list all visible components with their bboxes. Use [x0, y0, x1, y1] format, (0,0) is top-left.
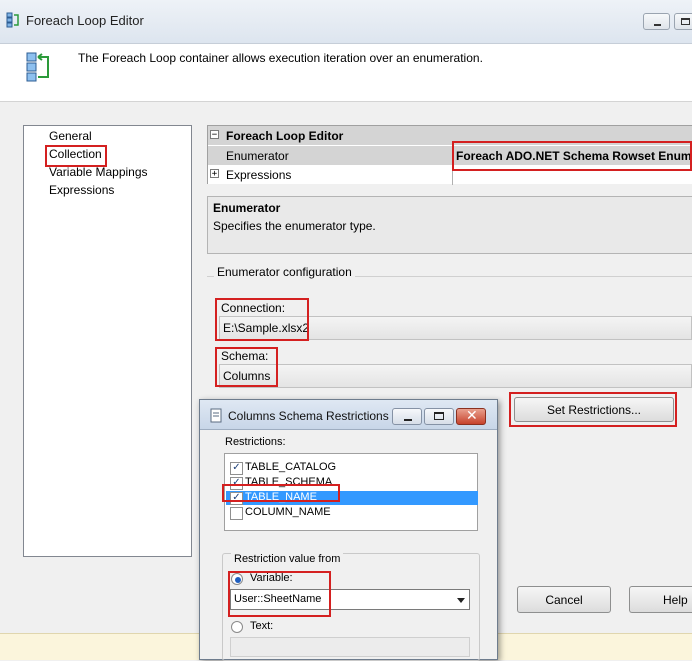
grid-row-name: Enumerator: [226, 149, 289, 163]
grid-row-name: Expressions: [226, 168, 292, 182]
window-title: Foreach Loop Editor: [26, 13, 144, 28]
highlight-connection: [215, 298, 309, 341]
schema-field[interactable]: Columns: [219, 364, 692, 388]
cancel-button[interactable]: Cancel: [517, 586, 611, 613]
minimize-button[interactable]: [643, 13, 670, 30]
text-radio[interactable]: [231, 621, 243, 633]
highlight-collection: [45, 145, 107, 167]
highlight-variable: [228, 571, 331, 617]
list-item[interactable]: COLUMN_NAME: [225, 506, 477, 520]
close-icon: ✕: [466, 408, 478, 424]
restriction-value-label: Restriction value from: [231, 553, 344, 565]
text-label: Text:: [250, 620, 274, 632]
nav-item-general[interactable]: General: [49, 129, 92, 143]
nav-panel: General Collection Variable Mappings Exp…: [23, 125, 192, 557]
help-button[interactable]: Help: [629, 586, 692, 613]
foreach-loop-icon: [6, 12, 19, 28]
collapse-icon[interactable]: −: [210, 130, 219, 140]
description-pane: Enumerator Specifies the enumerator type…: [207, 196, 692, 254]
maximize-button[interactable]: [674, 13, 692, 30]
list-item-label: COLUMN_NAME: [245, 506, 331, 518]
maximize-icon: [434, 412, 444, 420]
nav-item-expressions[interactable]: Expressions: [49, 183, 114, 197]
highlight-set-restrictions: [509, 392, 677, 427]
nav-item-variable-mappings[interactable]: Variable Mappings: [49, 165, 148, 179]
header-description: The Foreach Loop container allows execut…: [78, 51, 483, 65]
text-input[interactable]: [230, 637, 470, 657]
expand-icon[interactable]: +: [210, 169, 219, 179]
description-title: Enumerator: [213, 201, 281, 215]
grid-category-label: Foreach Loop Editor: [226, 129, 344, 143]
dialog-close-button[interactable]: ✕: [456, 408, 486, 425]
dialog-maximize-button[interactable]: [424, 408, 454, 425]
dialog-app-icon: [210, 408, 222, 423]
checkbox[interactable]: ✓: [230, 462, 243, 475]
minimize-icon: [654, 24, 661, 26]
checkbox[interactable]: [230, 507, 243, 520]
restrictions-label: Restrictions:: [225, 436, 286, 448]
highlight-schema: [215, 347, 278, 387]
foreach-loop-large-icon: [26, 52, 49, 82]
highlight-table-name: [222, 484, 340, 502]
window-titlebar: Foreach Loop Editor: [0, 0, 692, 44]
minimize-icon: [404, 419, 412, 421]
dialog-minimize-button[interactable]: [392, 408, 422, 425]
chevron-down-icon: [457, 598, 465, 603]
header-band: The Foreach Loop container allows execut…: [0, 44, 692, 102]
highlight-enumerator-value: [452, 141, 692, 171]
description-text: Specifies the enumerator type.: [213, 219, 376, 233]
list-item[interactable]: ✓ TABLE_CATALOG: [225, 461, 477, 475]
dialog-titlebar: Columns Schema Restrictions ✕: [200, 400, 497, 430]
schema-restrictions-dialog: Columns Schema Restrictions ✕ Restrictio…: [199, 399, 498, 661]
maximize-icon: [681, 18, 690, 25]
dialog-title: Columns Schema Restrictions: [228, 409, 389, 423]
config-group-label: Enumerator configuration: [214, 265, 355, 279]
list-item-label: TABLE_CATALOG: [245, 461, 337, 473]
